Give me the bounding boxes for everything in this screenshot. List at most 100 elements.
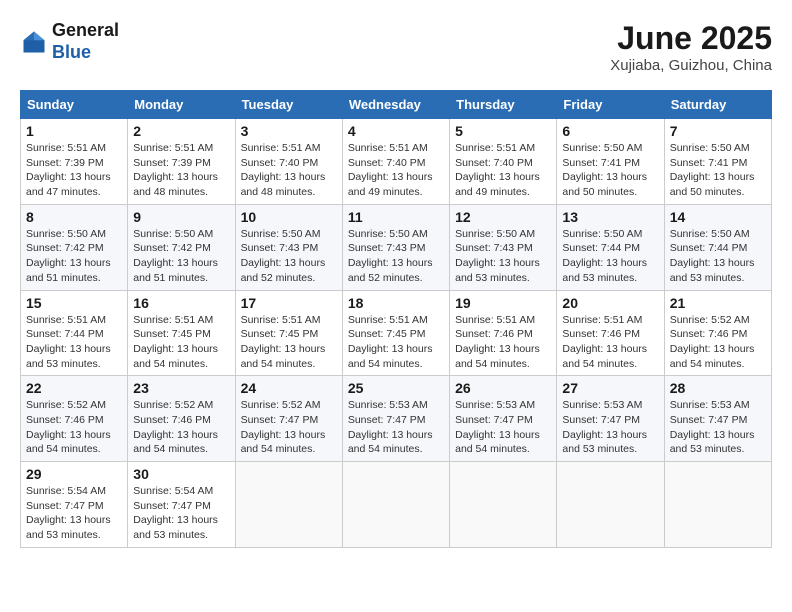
day-number: 11: [348, 209, 444, 225]
day-number: 21: [670, 295, 766, 311]
weekday-header-thursday: Thursday: [450, 91, 557, 119]
logo: General Blue: [20, 20, 119, 63]
day-info: Sunrise: 5:53 AMSunset: 7:47 PMDaylight:…: [455, 398, 551, 457]
day-number: 27: [562, 380, 658, 396]
page-header: General Blue June 2025 Xujiaba, Guizhou,…: [20, 20, 772, 74]
day-info: Sunrise: 5:50 AMSunset: 7:42 PMDaylight:…: [26, 227, 122, 286]
calendar-cell: 6Sunrise: 5:50 AMSunset: 7:41 PMDaylight…: [557, 119, 664, 205]
logo-text: General Blue: [52, 20, 119, 63]
day-number: 26: [455, 380, 551, 396]
day-info: Sunrise: 5:51 AMSunset: 7:39 PMDaylight:…: [133, 141, 229, 200]
day-number: 22: [26, 380, 122, 396]
day-number: 17: [241, 295, 337, 311]
day-number: 12: [455, 209, 551, 225]
day-info: Sunrise: 5:51 AMSunset: 7:39 PMDaylight:…: [26, 141, 122, 200]
day-info: Sunrise: 5:51 AMSunset: 7:40 PMDaylight:…: [241, 141, 337, 200]
weekday-header-row: SundayMondayTuesdayWednesdayThursdayFrid…: [21, 91, 772, 119]
calendar-cell: [342, 462, 449, 548]
logo-general-text: General: [52, 20, 119, 42]
day-info: Sunrise: 5:53 AMSunset: 7:47 PMDaylight:…: [562, 398, 658, 457]
day-info: Sunrise: 5:54 AMSunset: 7:47 PMDaylight:…: [26, 484, 122, 543]
day-number: 29: [26, 466, 122, 482]
day-number: 7: [670, 123, 766, 139]
day-number: 25: [348, 380, 444, 396]
calendar-cell: 15 Sunrise: 5:51 AMSunset: 7:44 PMDayligh…: [21, 290, 128, 376]
day-info: Sunrise: 5:50 AMSunset: 7:41 PMDaylight:…: [670, 141, 766, 200]
calendar-cell: 29 Sunrise: 5:54 AMSunset: 7:47 PMDayligh…: [21, 462, 128, 548]
calendar-cell: [664, 462, 771, 548]
weekday-header-friday: Friday: [557, 91, 664, 119]
day-number: 18: [348, 295, 444, 311]
day-info: Sunrise: 5:52 AMSunset: 7:46 PMDaylight:…: [670, 313, 766, 372]
day-info: Sunrise: 5:51 AMSunset: 7:40 PMDaylight:…: [348, 141, 444, 200]
day-number: 13: [562, 209, 658, 225]
calendar-cell: 11 Sunrise: 5:50 AMSunset: 7:43 PMDayligh…: [342, 204, 449, 290]
calendar-week-4: 22 Sunrise: 5:52 AMSunset: 7:46 PMDayligh…: [21, 376, 772, 462]
calendar-week-1: 1Sunrise: 5:51 AMSunset: 7:39 PMDaylight…: [21, 119, 772, 205]
day-info: Sunrise: 5:50 AMSunset: 7:43 PMDaylight:…: [455, 227, 551, 286]
calendar-cell: 8 Sunrise: 5:50 AMSunset: 7:42 PMDaylight…: [21, 204, 128, 290]
day-info: Sunrise: 5:51 AMSunset: 7:46 PMDaylight:…: [455, 313, 551, 372]
day-info: Sunrise: 5:51 AMSunset: 7:44 PMDaylight:…: [26, 313, 122, 372]
calendar-cell: 16 Sunrise: 5:51 AMSunset: 7:45 PMDayligh…: [128, 290, 235, 376]
calendar-cell: [450, 462, 557, 548]
calendar-cell: 14 Sunrise: 5:50 AMSunset: 7:44 PMDayligh…: [664, 204, 771, 290]
calendar-week-5: 29 Sunrise: 5:54 AMSunset: 7:47 PMDayligh…: [21, 462, 772, 548]
calendar-cell: 26 Sunrise: 5:53 AMSunset: 7:47 PMDayligh…: [450, 376, 557, 462]
calendar-table: SundayMondayTuesdayWednesdayThursdayFrid…: [20, 90, 772, 548]
day-number: 4: [348, 123, 444, 139]
day-number: 8: [26, 209, 122, 225]
day-number: 14: [670, 209, 766, 225]
day-info: Sunrise: 5:52 AMSunset: 7:46 PMDaylight:…: [26, 398, 122, 457]
month-title: June 2025: [610, 20, 772, 57]
day-number: 3: [241, 123, 337, 139]
day-number: 16: [133, 295, 229, 311]
calendar-cell: 27 Sunrise: 5:53 AMSunset: 7:47 PMDayligh…: [557, 376, 664, 462]
calendar-cell: 5 Sunrise: 5:51 AMSunset: 7:40 PMDaylight…: [450, 119, 557, 205]
day-info: Sunrise: 5:52 AMSunset: 7:47 PMDaylight:…: [241, 398, 337, 457]
calendar-cell: 22 Sunrise: 5:52 AMSunset: 7:46 PMDayligh…: [21, 376, 128, 462]
day-info: Sunrise: 5:53 AMSunset: 7:47 PMDaylight:…: [348, 398, 444, 457]
day-number: 24: [241, 380, 337, 396]
day-info: Sunrise: 5:50 AMSunset: 7:42 PMDaylight:…: [133, 227, 229, 286]
day-number: 19: [455, 295, 551, 311]
day-info: Sunrise: 5:51 AMSunset: 7:45 PMDaylight:…: [241, 313, 337, 372]
day-info: Sunrise: 5:50 AMSunset: 7:44 PMDaylight:…: [670, 227, 766, 286]
day-info: Sunrise: 5:54 AMSunset: 7:47 PMDaylight:…: [133, 484, 229, 543]
day-info: Sunrise: 5:51 AMSunset: 7:40 PMDaylight:…: [455, 141, 551, 200]
day-number: 5: [455, 123, 551, 139]
day-info: Sunrise: 5:50 AMSunset: 7:41 PMDaylight:…: [562, 141, 658, 200]
day-info: Sunrise: 5:52 AMSunset: 7:46 PMDaylight:…: [133, 398, 229, 457]
day-number: 30: [133, 466, 229, 482]
day-number: 28: [670, 380, 766, 396]
day-info: Sunrise: 5:53 AMSunset: 7:47 PMDaylight:…: [670, 398, 766, 457]
day-info: Sunrise: 5:51 AMSunset: 7:45 PMDaylight:…: [133, 313, 229, 372]
day-info: Sunrise: 5:50 AMSunset: 7:44 PMDaylight:…: [562, 227, 658, 286]
calendar-cell: 18Sunrise: 5:51 AMSunset: 7:45 PMDayligh…: [342, 290, 449, 376]
calendar-cell: 3 Sunrise: 5:51 AMSunset: 7:40 PMDaylight…: [235, 119, 342, 205]
day-number: 20: [562, 295, 658, 311]
calendar-cell: 24 Sunrise: 5:52 AMSunset: 7:47 PMDayligh…: [235, 376, 342, 462]
day-number: 23: [133, 380, 229, 396]
calendar-cell: 7 Sunrise: 5:50 AMSunset: 7:41 PMDaylight…: [664, 119, 771, 205]
calendar-cell: 19 Sunrise: 5:51 AMSunset: 7:46 PMDayligh…: [450, 290, 557, 376]
weekday-header-monday: Monday: [128, 91, 235, 119]
calendar-cell: 17 Sunrise: 5:51 AMSunset: 7:45 PMDayligh…: [235, 290, 342, 376]
calendar-cell: 21 Sunrise: 5:52 AMSunset: 7:46 PMDayligh…: [664, 290, 771, 376]
day-number: 10: [241, 209, 337, 225]
logo-icon: [20, 28, 48, 56]
weekday-header-sunday: Sunday: [21, 91, 128, 119]
day-number: 15: [26, 295, 122, 311]
calendar-cell: 1Sunrise: 5:51 AMSunset: 7:39 PMDaylight…: [21, 119, 128, 205]
calendar-cell: 13 Sunrise: 5:50 AMSunset: 7:44 PMDayligh…: [557, 204, 664, 290]
calendar-cell: [235, 462, 342, 548]
day-number: 2: [133, 123, 229, 139]
calendar-cell: 23 Sunrise: 5:52 AMSunset: 7:46 PMDayligh…: [128, 376, 235, 462]
calendar-cell: 12 Sunrise: 5:50 AMSunset: 7:43 PMDayligh…: [450, 204, 557, 290]
calendar-cell: 30 Sunrise: 5:54 AMSunset: 7:47 PMDayligh…: [128, 462, 235, 548]
day-info: Sunrise: 5:50 AMSunset: 7:43 PMDaylight:…: [348, 227, 444, 286]
calendar-cell: 4 Sunrise: 5:51 AMSunset: 7:40 PMDaylight…: [342, 119, 449, 205]
calendar-cell: 2 Sunrise: 5:51 AMSunset: 7:39 PMDaylight…: [128, 119, 235, 205]
calendar-cell: 9Sunrise: 5:50 AMSunset: 7:42 PMDaylight…: [128, 204, 235, 290]
logo-blue-text: Blue: [52, 42, 119, 64]
